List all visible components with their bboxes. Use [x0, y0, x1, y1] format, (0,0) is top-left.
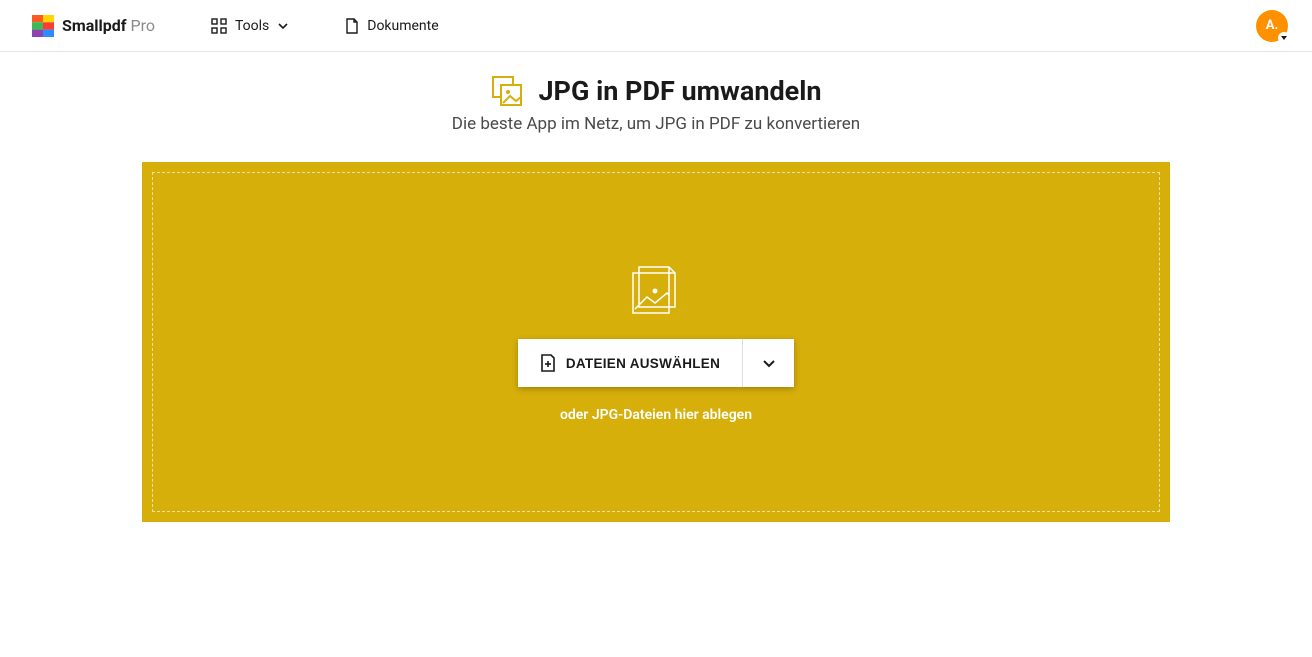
nav-tools[interactable]: Tools [211, 18, 289, 34]
dropzone-container: DATEIEN AUSWÄHLEN oder JPG-Dateien hier … [142, 162, 1170, 522]
user-avatar[interactable]: A. [1256, 10, 1288, 42]
app-header: SmallpdfPro Tools Dokumente A. [0, 0, 1312, 52]
main-content: JPG in PDF umwandeln Die beste App im Ne… [0, 52, 1312, 522]
dropzone-hint: oder JPG-Dateien hier ablegen [560, 407, 752, 423]
choose-files-dropdown[interactable] [742, 339, 794, 387]
brand-tier: Pro [130, 16, 154, 35]
jpg-to-pdf-icon [490, 74, 524, 108]
chevron-down-icon [761, 355, 777, 371]
brand-logo[interactable]: SmallpdfPro [32, 15, 155, 37]
file-plus-icon [540, 354, 556, 372]
grid-icon [211, 18, 227, 34]
avatar-menu-caret-icon [1278, 32, 1290, 44]
brand-name: Smallpdf [62, 16, 126, 35]
file-dropzone[interactable]: DATEIEN AUSWÄHLEN oder JPG-Dateien hier … [152, 172, 1160, 512]
nav-documents[interactable]: Dokumente [345, 18, 438, 34]
page-title-row: JPG in PDF umwandeln [0, 74, 1312, 108]
nav-documents-label: Dokumente [367, 18, 438, 34]
avatar-initial: A. [1266, 18, 1279, 33]
chevron-down-icon [277, 20, 289, 32]
page-title: JPG in PDF umwandeln [538, 75, 821, 107]
choose-files-button[interactable]: DATEIEN AUSWÄHLEN [518, 339, 742, 387]
document-icon [345, 18, 359, 34]
choose-files-label: DATEIEN AUSWÄHLEN [566, 356, 720, 371]
image-stack-icon [627, 261, 685, 319]
header-left: SmallpdfPro Tools Dokumente [32, 15, 439, 37]
choose-files-button-group: DATEIEN AUSWÄHLEN [518, 339, 794, 387]
nav-tools-label: Tools [235, 18, 269, 34]
page-subtitle: Die beste App im Netz, um JPG in PDF zu … [0, 114, 1312, 134]
smallpdf-logo-icon [32, 15, 54, 37]
